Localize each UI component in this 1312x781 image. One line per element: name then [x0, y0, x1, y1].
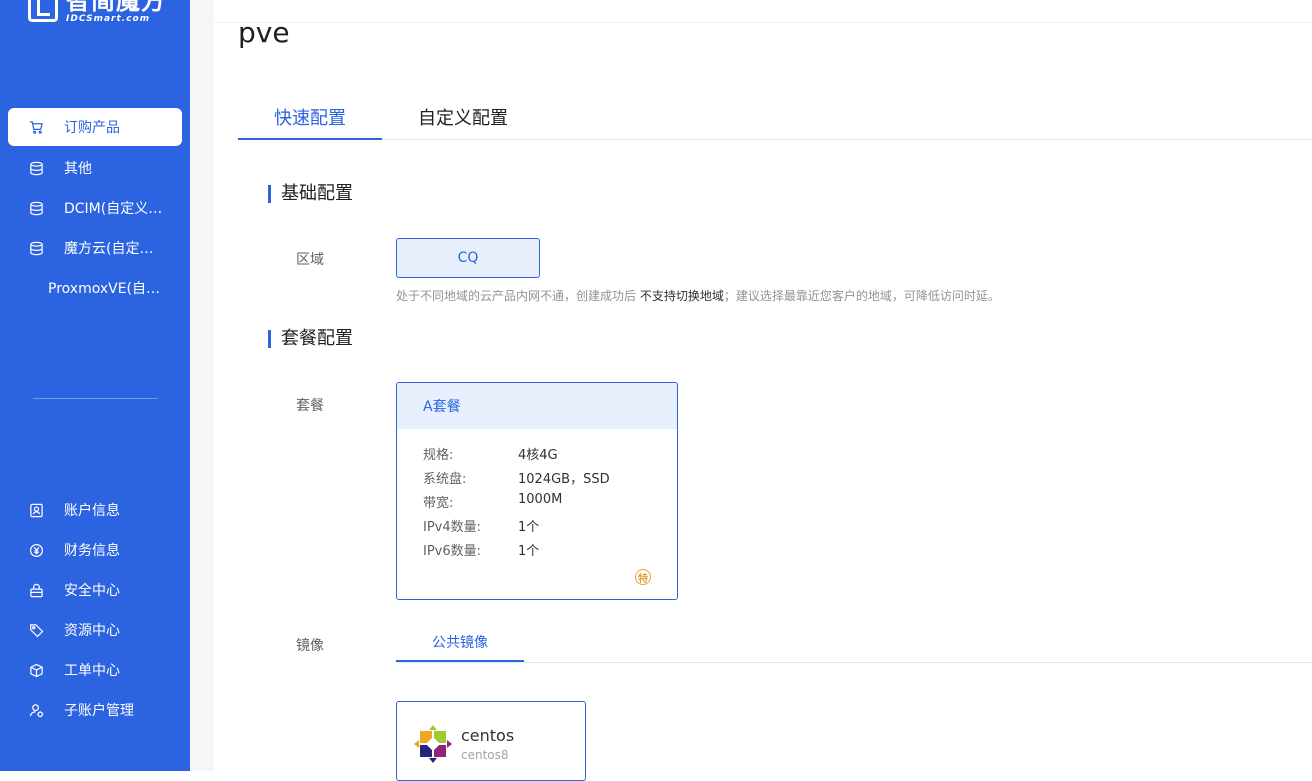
spec-row: 规格: 4核4G [423, 444, 558, 463]
spec-key: 规格: [423, 448, 454, 463]
content-gutter [190, 0, 214, 771]
sidebar-item-label: 工单中心 [64, 663, 120, 679]
tab-quick-config[interactable]: 快速配置 [238, 104, 382, 140]
sidebar-item-order-products[interactable]: 订购产品 [8, 108, 182, 146]
page-title: pve [238, 16, 290, 49]
spec-key: 带宽: [423, 496, 454, 511]
sidebar-item-tickets[interactable]: 工单中心 [8, 651, 182, 689]
spec-row: IPv4数量: 1个 [423, 516, 539, 535]
sidebar-item-label: 子账户管理 [64, 703, 134, 719]
spec-key: 系统盘: [423, 472, 467, 487]
spec-value: 1个 [518, 544, 540, 559]
spec-row: 系统盘: 1024GB，SSD [423, 468, 610, 487]
package-name: A套餐 [397, 383, 677, 429]
region-hint-prefix: 处于不同地域的云产品内网不通，创建成功后 [396, 289, 637, 303]
spec-value: 1000M [518, 492, 563, 507]
tag-icon [28, 622, 44, 638]
os-name: centos [461, 726, 515, 745]
package-card-a[interactable]: A套餐 规格: 4核4G 系统盘: 1024GB，SSD 带宽: 1000M I… [396, 382, 678, 600]
sidebar-item-label: 资源中心 [64, 623, 120, 639]
sidebar-item-label: 魔方云(自定… [64, 241, 154, 257]
sidebar-item-mofang-cloud[interactable]: 魔方云(自定… [8, 229, 182, 267]
spec-key: IPv4数量: [423, 520, 482, 535]
os-version: centos8 [461, 748, 509, 762]
yen-icon [28, 542, 44, 558]
image-label: 镜像 [296, 638, 324, 654]
lock-icon [28, 582, 44, 598]
image-tabs: 公共镜像 [396, 624, 1312, 663]
region-hint: 处于不同地域的云产品内网不通，创建成功后 不支持切换地域；建议选择最靠近您客户的… [396, 287, 1000, 304]
sidebar-item-resources[interactable]: 资源中心 [8, 611, 182, 649]
config-tabs: 快速配置 自定义配置 [238, 104, 1312, 140]
sidebar-divider [33, 398, 158, 399]
cube-icon [28, 662, 44, 678]
sidebar-item-sub-accounts[interactable]: 子账户管理 [8, 691, 182, 729]
section-title-package: 套餐配置 [268, 330, 353, 348]
sidebar-item-other[interactable]: 其他 [8, 149, 182, 187]
spec-value: 1个 [518, 520, 540, 535]
spec-value: 1024GB，SSD [518, 472, 610, 487]
sidebar-item-label: 安全中心 [64, 583, 120, 599]
logo-mark-icon [28, 0, 58, 22]
special-badge-icon: 特 [635, 569, 651, 585]
top-header [214, 0, 1312, 23]
sidebar-item-security[interactable]: 安全中心 [8, 571, 182, 609]
package-label: 套餐 [296, 398, 324, 414]
spec-row: 带宽: 1000M [423, 492, 562, 511]
region-hint-strong: 不支持切换地域 [639, 289, 724, 303]
sidebar-item-label: DCIM(自定义… [64, 201, 163, 217]
database-icon [28, 160, 44, 176]
sidebar-item-proxmoxve[interactable]: ProxmoxVE(自… [8, 269, 182, 307]
spec-key: IPv6数量: [423, 544, 482, 559]
cart-icon [28, 119, 44, 135]
database-icon [28, 200, 44, 216]
region-option-cq[interactable]: CQ [396, 238, 540, 278]
centos-logo-icon [414, 725, 452, 763]
database-icon [28, 240, 44, 256]
sidebar-item-label: ProxmoxVE(自… [48, 281, 161, 297]
os-card-centos[interactable]: centos centos8 [396, 701, 586, 781]
sidebar-item-label: 账户信息 [64, 503, 120, 519]
sidebar: 智简魔方 IDCSmart.com 订购产品 其他 DCIM(自定义… 魔方云(… [0, 0, 190, 771]
sub-account-icon [28, 702, 44, 718]
sidebar-item-label: 财务信息 [64, 543, 120, 559]
sidebar-item-label: 订购产品 [64, 120, 120, 136]
sidebar-item-label: 其他 [64, 161, 92, 177]
user-card-icon [28, 502, 44, 518]
brand-logo[interactable]: 智简魔方 IDCSmart.com [28, 0, 166, 24]
tab-public-image[interactable]: 公共镜像 [396, 624, 524, 662]
spec-value: 4核4G [518, 448, 558, 463]
region-hint-suffix: ；建议选择最靠近您客户的地域，可降低访问时延。 [723, 289, 1000, 303]
section-title-basic: 基础配置 [268, 185, 353, 203]
sidebar-item-dcim[interactable]: DCIM(自定义… [8, 189, 182, 227]
sidebar-item-account-info[interactable]: 账户信息 [8, 491, 182, 529]
region-label: 区域 [296, 252, 324, 268]
spec-row: IPv6数量: 1个 [423, 540, 539, 559]
tab-custom-config[interactable]: 自定义配置 [402, 104, 524, 138]
sidebar-item-finance[interactable]: 财务信息 [8, 531, 182, 569]
